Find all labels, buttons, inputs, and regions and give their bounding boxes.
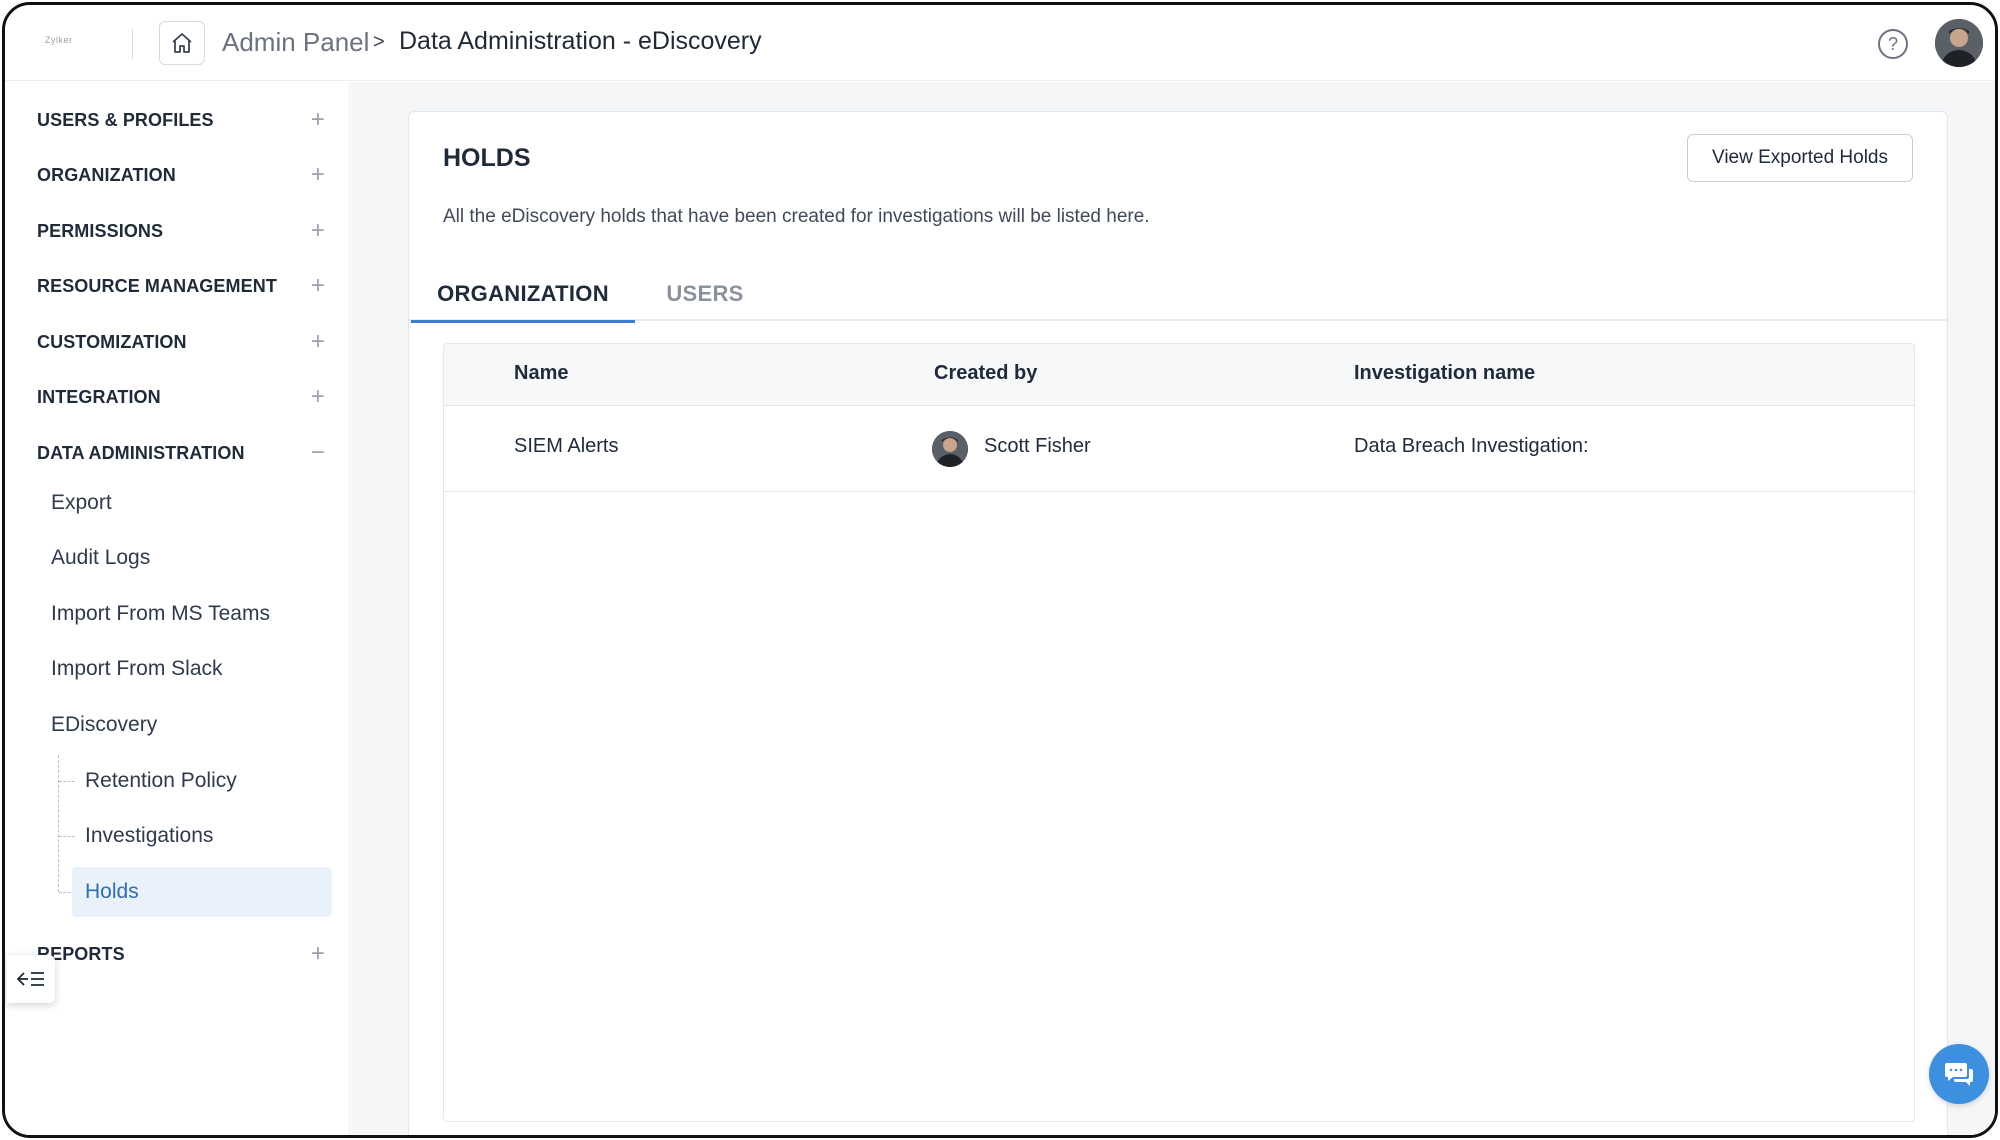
tree-branch (59, 836, 75, 837)
column-header-investigation[interactable]: Investigation name (1354, 362, 1535, 385)
sidebar-item-import-slack[interactable]: Import From Slack (51, 649, 223, 689)
tree-connector (58, 755, 59, 892)
plus-icon[interactable]: + (311, 383, 325, 411)
cell-name: SIEM Alerts (514, 435, 619, 457)
user-avatar[interactable] (1935, 19, 1983, 67)
holds-table: Name Created by Investigation name SIEM … (443, 343, 1915, 1122)
section-label: USERS & PROFILES (37, 109, 214, 130)
sidebar-section-users-profiles[interactable]: USERS & PROFILES + (37, 100, 327, 140)
sidebar-item-export[interactable]: Export (51, 483, 112, 523)
item-label: Export (51, 491, 112, 514)
minus-icon[interactable]: − (311, 439, 325, 467)
avatar-photo (1935, 19, 1983, 67)
header-divider (132, 29, 133, 59)
section-label: ORGANIZATION (37, 164, 176, 185)
sidebar-section-resource-management[interactable]: RESOURCE MANAGEMENT + (37, 266, 327, 306)
collapse-sidebar-icon (16, 972, 44, 986)
sidebar-item-ediscovery[interactable]: EDiscovery (51, 705, 157, 745)
home-icon (172, 33, 192, 53)
item-label: Retention Policy (85, 769, 237, 792)
item-label: Investigations (85, 824, 214, 847)
sidebar-section-permissions[interactable]: PERMISSIONS + (37, 211, 327, 251)
breadcrumb-current: Data Administration - eDiscovery (399, 27, 762, 55)
sidebar-section-data-administration[interactable]: DATA ADMINISTRATION − (37, 433, 327, 473)
top-header: Zylker Admin Panel > Data Administration… (5, 5, 1995, 81)
table-header: Name Created by Investigation name (444, 344, 1914, 406)
logo-text: Zylker (45, 35, 73, 45)
sidebar-item-holds[interactable]: Holds (85, 872, 139, 912)
sidebar-item-import-ms-teams[interactable]: Import From MS Teams (51, 594, 270, 634)
cell-investigation: Data Breach Investigation: (1354, 435, 1589, 457)
sidebar-item-retention-policy[interactable]: Retention Policy (85, 761, 237, 801)
chat-support-button[interactable] (1929, 1044, 1989, 1104)
main-content: HOLDS View Exported Holds All the eDisco… (351, 82, 1995, 1135)
sidebar-section-organization[interactable]: ORGANIZATION + (37, 155, 327, 195)
item-label: Holds (85, 880, 139, 903)
plus-icon[interactable]: + (311, 217, 325, 245)
plus-icon[interactable]: + (311, 106, 325, 134)
sidebar-item-investigations[interactable]: Investigations (85, 816, 213, 856)
brand-logo[interactable]: Zylker (45, 35, 73, 45)
chat-icon (1945, 1063, 1973, 1086)
sidebar-item-audit-logs[interactable]: Audit Logs (51, 538, 150, 578)
column-header-name[interactable]: Name (514, 362, 568, 385)
tree-branch (59, 781, 75, 782)
table-row[interactable]: SIEM Alerts Scott Fisher Data Breach Inv… (444, 406, 1914, 492)
section-label: CUSTOMIZATION (37, 331, 187, 352)
collapse-sidebar-button[interactable] (7, 955, 55, 1003)
plus-icon[interactable]: + (311, 328, 325, 356)
cell-created-by: Scott Fisher (984, 435, 1091, 457)
creator-avatar (932, 431, 968, 467)
plus-icon[interactable]: + (311, 940, 325, 968)
section-label: DATA ADMINISTRATION (37, 442, 245, 463)
plus-icon[interactable]: + (311, 272, 325, 300)
avatar-photo (932, 431, 968, 467)
plus-icon[interactable]: + (311, 161, 325, 189)
home-button[interactable] (159, 21, 205, 65)
page-description: All the eDiscovery holds that have been … (443, 206, 1150, 227)
sidebar-section-integration[interactable]: INTEGRATION + (37, 377, 327, 417)
breadcrumb-admin-panel[interactable]: Admin Panel (222, 27, 369, 58)
column-header-created-by[interactable]: Created by (934, 362, 1037, 385)
tab-organization[interactable]: ORGANIZATION (411, 267, 635, 323)
tab-bar: ORGANIZATION USERS (409, 267, 1947, 323)
help-symbol: ? (1887, 33, 1898, 54)
sidebar-section-reports[interactable]: REPORTS + (37, 934, 327, 974)
holds-card: HOLDS View Exported Holds All the eDisco… (408, 111, 1948, 1135)
app-window: Zylker Admin Panel > Data Administration… (2, 2, 1998, 1138)
item-label: EDiscovery (51, 713, 158, 736)
section-label: PERMISSIONS (37, 220, 164, 241)
sidebar-section-customization[interactable]: CUSTOMIZATION + (37, 322, 327, 362)
tab-users[interactable]: USERS (635, 267, 775, 321)
item-label: Import From MS Teams (51, 602, 270, 625)
item-label: Audit Logs (51, 546, 151, 569)
section-label: RESOURCE MANAGEMENT (37, 275, 277, 296)
breadcrumb-separator: > (373, 31, 385, 53)
page-title: HOLDS (443, 144, 531, 172)
view-exported-holds-button[interactable]: View Exported Holds (1687, 134, 1913, 182)
section-label: INTEGRATION (37, 386, 161, 407)
sidebar: USERS & PROFILES + ORGANIZATION + PERMIS… (5, 82, 350, 1135)
item-label: Import From Slack (51, 657, 223, 680)
help-icon[interactable]: ? (1878, 29, 1908, 59)
